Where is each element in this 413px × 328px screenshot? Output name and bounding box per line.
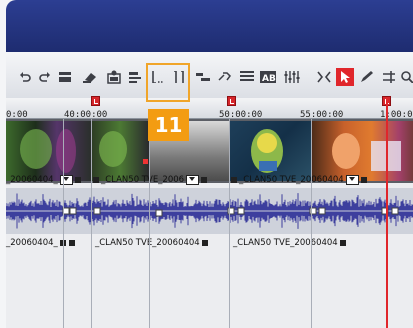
clip-handle[interactable]: [201, 177, 208, 183]
zoom-icon[interactable]: [400, 69, 413, 85]
clip-menu-button[interactable]: [59, 175, 73, 185]
clip-name: _CLAN50 TVE_20060404: [239, 175, 344, 185]
timeline-marker[interactable]: [227, 96, 236, 106]
clip-boundary: [149, 119, 150, 328]
audio-mixer-icon[interactable]: [283, 69, 301, 85]
title-text-icon[interactable]: AB: [259, 69, 277, 85]
volume-keyframe[interactable]: [155, 209, 163, 217]
split-icon[interactable]: [58, 69, 72, 85]
audio-clip-name: _20060404_: [6, 238, 58, 248]
audio-clip-name: _CLAN50 TVE_20060404: [233, 238, 338, 248]
redo-icon[interactable]: [38, 69, 52, 85]
clip-handle[interactable]: [69, 239, 76, 246]
volume-keyframe[interactable]: [391, 207, 399, 215]
timeline-marker[interactable]: [91, 96, 100, 106]
video-clip[interactable]: [6, 121, 91, 181]
eraser-icon[interactable]: [82, 69, 98, 85]
clip-menu-button[interactable]: [186, 175, 200, 185]
link-icon[interactable]: [217, 69, 233, 85]
stamp-icon[interactable]: [106, 69, 122, 85]
volume-keyframe[interactable]: [93, 207, 101, 215]
window-header: [6, 0, 413, 52]
clip-name: _CLAN50 TVE_2006: [101, 175, 185, 185]
clip-boundary: [311, 119, 312, 328]
clip-handle[interactable]: [74, 177, 81, 183]
audio-clip-label: _20060404_: [6, 238, 76, 248]
audio-clip-label: _CLAN50 TVE_20060404: [95, 238, 209, 248]
pencil-icon[interactable]: [359, 69, 375, 85]
volume-keyframe[interactable]: [318, 207, 326, 215]
list-icon[interactable]: [239, 69, 255, 85]
audio-clip-label: _CLAN50 TVE_20060404: [233, 238, 347, 248]
clip-label: _CLAN50 TVE_20060404: [231, 175, 367, 185]
editor-window: AB 0:00 40:00:00 50:00:00 55:00:00 1:00:…: [0, 0, 413, 328]
undo-icon[interactable]: [18, 69, 32, 85]
clip-handle[interactable]: [231, 177, 237, 183]
clip-label: _CLAN50 TVE_2006: [93, 175, 208, 185]
audio-clip-name: _CLAN50 TVE_20060404: [95, 238, 200, 248]
audio-waveform[interactable]: [6, 190, 413, 232]
clip-handle[interactable]: [360, 177, 367, 183]
select-pointer-icon[interactable]: [336, 68, 354, 86]
clip-name: _20060404_: [6, 175, 58, 185]
playhead[interactable]: [386, 98, 388, 328]
video-clip[interactable]: [229, 121, 311, 181]
clip-handle[interactable]: [340, 239, 347, 246]
callout-number-badge: 11: [148, 109, 189, 141]
clip-boundary: [229, 119, 230, 328]
svg-text:AB: AB: [262, 74, 276, 83]
clip-handle[interactable]: [202, 239, 209, 246]
razor-icon[interactable]: [381, 69, 397, 85]
volume-keyframe[interactable]: [69, 207, 77, 215]
trim-icon[interactable]: [128, 69, 142, 85]
callout-highlight-box: [146, 63, 190, 102]
video-clip[interactable]: [311, 121, 413, 181]
clip-boundary: [91, 119, 92, 328]
ripple-icon[interactable]: [195, 69, 211, 85]
clip-label: _20060404_: [6, 175, 81, 185]
clip-menu-button[interactable]: [345, 175, 359, 185]
volume-keyframe[interactable]: [237, 207, 245, 215]
video-clip[interactable]: [91, 121, 149, 181]
clip-handle[interactable]: [93, 177, 99, 183]
snap-icon[interactable]: [316, 69, 332, 85]
clip-boundary: [63, 119, 64, 328]
